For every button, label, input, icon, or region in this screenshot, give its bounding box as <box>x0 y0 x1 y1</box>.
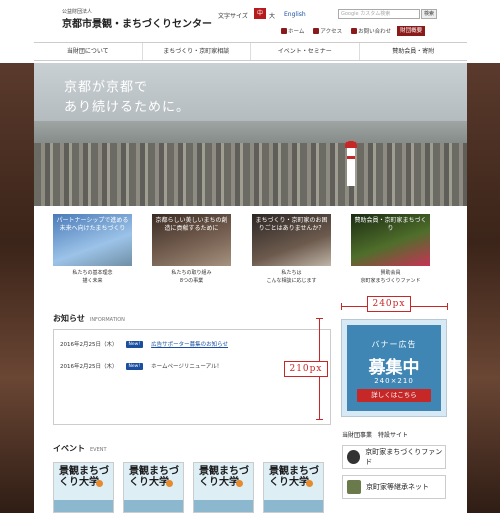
banner-size-text: 240×210 <box>374 377 414 385</box>
card-image: 京都らしい美しいまちの創造に貢献するために <box>152 214 231 266</box>
banner-button-label: 詳しくはこちら <box>371 391 417 399</box>
card-text: 描く未来 <box>82 278 103 284</box>
feature-card-consultation[interactable]: まちづくり・京町家のお困りごとはありませんか？ 私たちはこんな相談に応じます <box>252 214 331 285</box>
feature-card-support[interactable]: 賛助会員・京町家まちづくり 賛助会員京町家まちづくりファンド <box>351 214 430 285</box>
location-icon <box>313 28 320 34</box>
card-caption: 賛助会員・京町家まちづくり <box>354 217 427 232</box>
card-caption: パートナーシップで進める未来へ向けたまちづくり <box>56 217 129 232</box>
card-caption: 京都らしい美しいまちの創造に貢献するために <box>155 217 228 232</box>
card-text: 京町家まちづくりファンド <box>360 278 421 284</box>
card-text: 賛助会員 <box>380 270 401 276</box>
sun-icon <box>166 480 173 487</box>
sun-icon <box>236 480 243 487</box>
events-heading: イベント EVENT <box>53 443 107 454</box>
banner-detail-button[interactable]: 詳しくはこちら <box>357 389 431 402</box>
event-card-footer <box>194 500 253 512</box>
access-link-label: アクセス <box>320 29 343 35</box>
contact-link-label: お問い合わせ <box>358 29 392 35</box>
event-card[interactable]: 景観まちづくり大学 <box>123 462 184 513</box>
site-link-label: 京町家まちづくりファンド <box>365 448 443 466</box>
news-list: 2016年2月25日（木） New! 広告サポーター募集のお知らせ 2016年2… <box>53 329 331 425</box>
event-card-footer <box>124 500 183 512</box>
event-card-title: 景観まちづくり大学 <box>59 466 109 488</box>
hero-copy: 京都が京都で あり続けるために。 <box>64 78 190 118</box>
card-image: パートナーシップで進める未来へ向けたまちづくり <box>53 214 132 266</box>
left-background <box>0 63 34 513</box>
card-text: 私たちの取り組み <box>171 270 212 276</box>
site-link-fund[interactable]: 京町家まちづくりファンド <box>342 445 446 469</box>
list-item: 2016年2月25日（木） New! 広告サポーター募集のお知らせ <box>60 340 228 348</box>
news-subtitle: INFORMATION <box>89 317 125 323</box>
card-image: 賛助会員・京町家まちづくり <box>351 214 430 266</box>
event-card-title: 景観まちづくり大学 <box>129 466 179 488</box>
quick-links: ホーム アクセス お問い合わせ 財団概要 <box>278 26 426 36</box>
width-dimension-label: 240px <box>367 296 411 312</box>
event-card[interactable]: 景観まちづくり大学 <box>53 462 114 513</box>
news-heading: お知らせ INFORMATION <box>53 313 125 324</box>
nav-item-support[interactable]: 賛助会員・寄附 <box>360 43 468 60</box>
org-type: 公益財団法人 <box>62 9 93 15</box>
news-link[interactable]: 広告サポーター募集のお知らせ <box>151 340 228 348</box>
banner-heading: バナー広告 <box>371 340 417 349</box>
ad-banner[interactable]: バナー広告 募集中 240×210 詳しくはこちら <box>341 319 447 417</box>
access-link[interactable]: アクセス <box>310 27 345 35</box>
kyoto-tower-icon <box>345 141 357 186</box>
site-header: 公益財団法人 京都市景観・まちづくりセンター 文字サイズ 中 大 English… <box>0 0 500 40</box>
nav-item-about[interactable]: 当財団について <box>34 43 143 60</box>
mail-icon <box>351 28 358 34</box>
hero-cityscape <box>34 143 467 206</box>
feature-card-initiatives[interactable]: 京都らしい美しいまちの創造に貢献するために 私たちの取り組み 8つの事業 <box>152 214 231 285</box>
home-link[interactable]: ホーム <box>278 27 307 35</box>
event-card-title: 景観まちづくり大学 <box>269 466 319 488</box>
card-image: まちづくり・京町家のお困りごとはありませんか？ <box>252 214 331 266</box>
hero-copy-line2: あり続けるために。 <box>64 100 191 115</box>
nav-item-events[interactable]: イベント・セミナー <box>251 43 360 60</box>
network-photo-icon <box>347 480 361 494</box>
fund-logo-icon <box>347 450 361 464</box>
news-link[interactable]: ホームページリニューアル！ <box>151 362 222 370</box>
site-link-label: 京町家等継承ネット <box>366 483 429 491</box>
events-title: イベント <box>53 444 85 453</box>
site-logo-title[interactable]: 京都市景観・まちづくりセンター <box>62 15 212 30</box>
right-background <box>467 63 500 513</box>
news-date: 2016年2月25日（木） <box>60 342 118 348</box>
card-text: 8つの事業 <box>179 278 204 284</box>
banner-main-text: 募集中 <box>368 358 420 378</box>
hero-copy-line1: 京都が京都で <box>64 80 149 95</box>
events-subtitle: EVENT <box>90 447 107 453</box>
search-button[interactable]: 検索 <box>421 9 437 19</box>
new-badge: New! <box>125 362 144 370</box>
sun-icon <box>306 480 313 487</box>
event-card[interactable]: 景観まちづくり大学 <box>263 462 324 513</box>
news-title: お知らせ <box>53 314 85 323</box>
height-dimension-label: 210px <box>284 361 328 377</box>
special-sites-title: 当財団事業 特設サイト <box>342 432 409 439</box>
contact-link[interactable]: お問い合わせ <box>348 27 394 35</box>
card-caption: まちづくり・京町家のお困りごとはありませんか？ <box>255 217 328 232</box>
event-card-footer <box>264 500 323 512</box>
font-size-large-button[interactable]: 大 <box>269 11 275 20</box>
search-input[interactable]: Google カスタム検索 <box>338 9 420 19</box>
card-text: 私たちは <box>281 270 302 276</box>
home-link-label: ホーム <box>288 29 305 35</box>
list-item: 2016年2月25日（木） New! ホームページリニューアル！ <box>60 362 222 370</box>
event-card-footer <box>54 500 113 512</box>
event-card-title: 景観まちづくり大学 <box>199 466 249 488</box>
new-badge: New! <box>125 340 144 348</box>
event-card[interactable]: 景観まちづくり大学 <box>193 462 254 513</box>
sun-icon <box>96 480 103 487</box>
home-icon <box>281 28 287 34</box>
nav-item-consultation[interactable]: まちづくり・京町家相談 <box>143 43 251 60</box>
card-text: 私たちの基本理念 <box>72 270 113 276</box>
font-size-medium-button[interactable]: 中 <box>254 8 266 19</box>
card-text: こんな相談に応じます <box>266 278 317 284</box>
font-size-label: 文字サイズ <box>218 13 248 20</box>
news-date: 2016年2月25日（木） <box>60 364 118 370</box>
overview-link-label: 財団概要 <box>400 28 423 34</box>
feature-card-philosophy[interactable]: パートナーシップで進める未来へ向けたまちづくり 私たちの基本理念 描く未来 <box>53 214 132 285</box>
site-link-network[interactable]: 京町家等継承ネット <box>342 475 446 499</box>
english-link[interactable]: English <box>284 11 306 18</box>
global-nav: 当財団について まちづくり・京町家相談 イベント・セミナー 賛助会員・寄附 <box>34 42 467 61</box>
overview-link[interactable]: 財団概要 <box>397 26 426 36</box>
